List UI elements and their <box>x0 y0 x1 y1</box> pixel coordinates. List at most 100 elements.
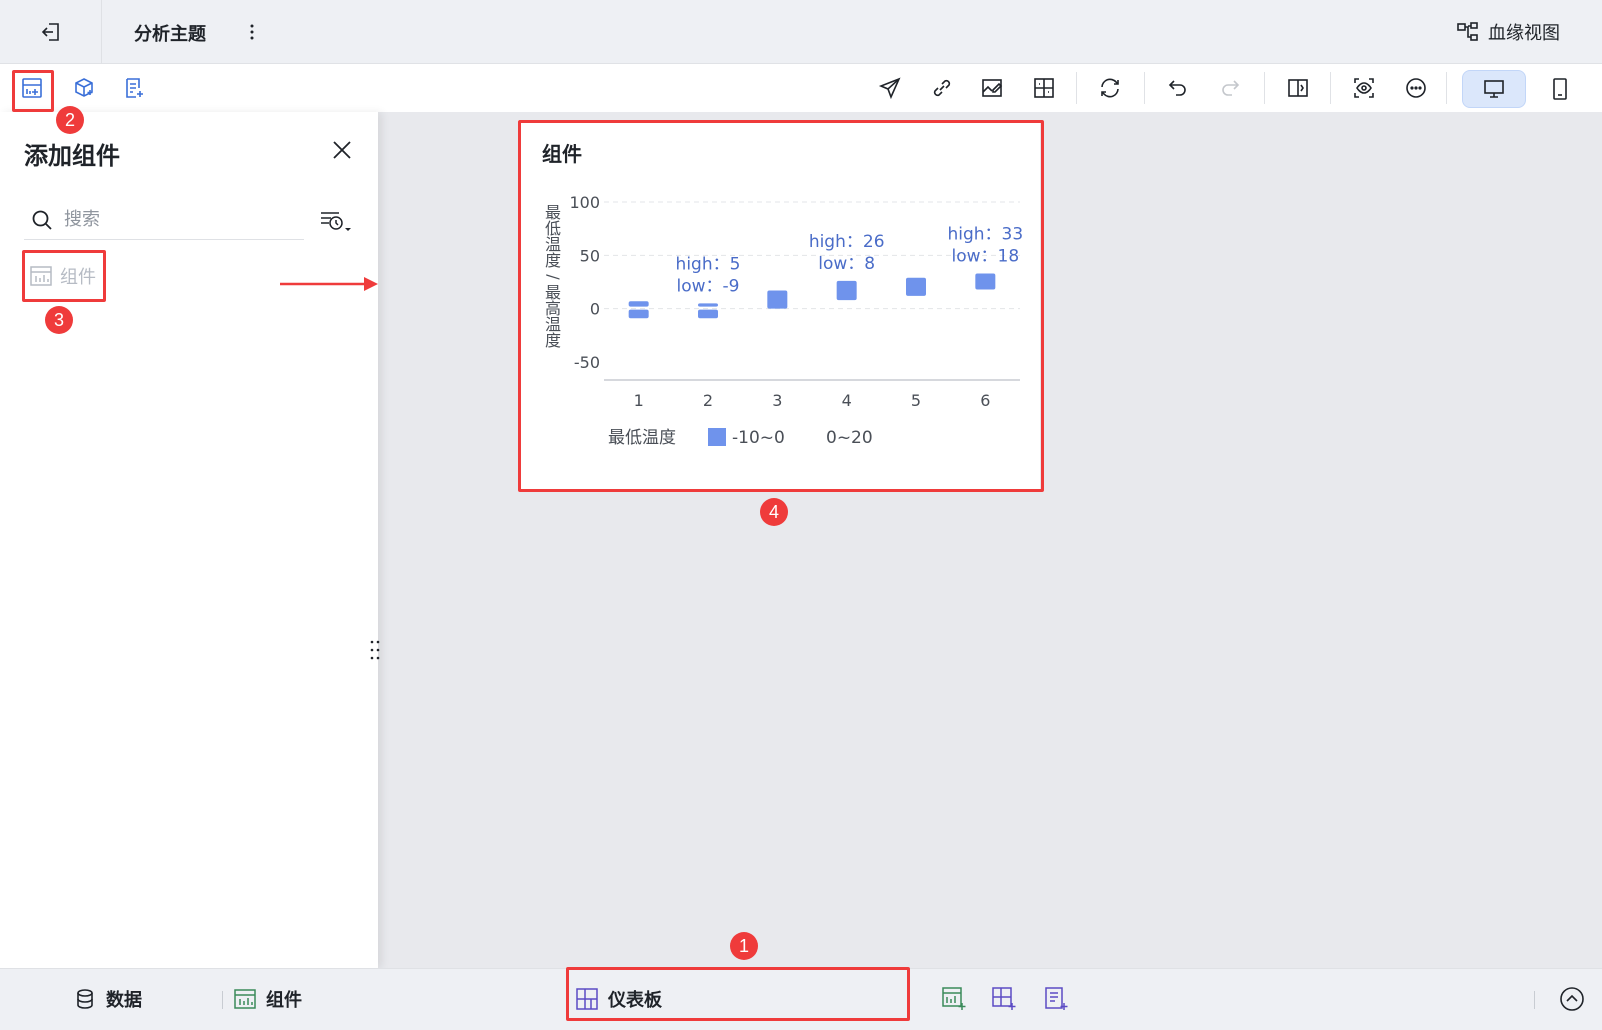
subject-more-button[interactable] <box>244 20 260 44</box>
legend-item-label: -10~0 <box>732 428 785 448</box>
toolbar-divider <box>1446 72 1447 104</box>
y-tick-label: 0 <box>590 300 600 319</box>
send-icon <box>878 76 902 100</box>
collapse-button[interactable] <box>1556 983 1588 1015</box>
range-bar-chart: 100500-50最低温度/最高温度1 2 3 4 5 6high：5low：-9high… <box>544 193 1023 448</box>
refresh-button[interactable] <box>1096 74 1124 102</box>
search-input[interactable] <box>64 209 284 230</box>
y-tick-label: 100 <box>569 193 600 212</box>
chart-component-icon <box>30 266 52 286</box>
new-component-button[interactable] <box>938 983 970 1015</box>
eye-icon <box>1352 76 1376 100</box>
tab-dashboard[interactable]: 仪表板 <box>576 983 662 1015</box>
exit-icon <box>39 20 63 44</box>
range-bar <box>975 273 996 290</box>
lineage-view-label: 血缘视图 <box>1488 23 1560 44</box>
bottom-bar: 数据 组件 仪表板 <box>0 968 1602 1030</box>
close-panel-button[interactable] <box>330 138 354 162</box>
x-tick-label: 4 <box>842 391 852 410</box>
data-label-high: high：5 <box>676 254 741 274</box>
data-label-low: low：-9 <box>677 276 740 296</box>
range-bar-segment <box>698 303 718 307</box>
style-button[interactable] <box>978 74 1006 102</box>
dashboard-icon <box>576 988 598 1010</box>
search-box <box>24 200 304 240</box>
panel-title: 添加组件 <box>24 142 120 170</box>
range-bar <box>906 277 926 296</box>
y-tick-label: 50 <box>580 246 600 265</box>
redo-icon <box>1218 76 1242 100</box>
add-report-button[interactable] <box>120 74 148 102</box>
sort-clock-icon <box>319 208 353 236</box>
sort-filter-button[interactable] <box>316 206 356 238</box>
close-icon <box>331 139 353 161</box>
data-label-low: low：8 <box>818 254 875 274</box>
panel-resize-handle[interactable] <box>368 638 382 662</box>
legend-title: 最低温度 <box>608 428 676 448</box>
desktop-icon <box>1482 77 1506 101</box>
toolbar-divider <box>1330 72 1331 104</box>
tab-dashboard-label: 仪表板 <box>608 990 662 1011</box>
toolbar-divider <box>1144 72 1145 104</box>
x-tick-label: 5 <box>911 391 921 410</box>
mobile-icon <box>1550 77 1570 101</box>
range-bar-segment <box>628 309 649 319</box>
x-tick-label: 2 <box>703 391 713 410</box>
y-axis-label-char: / <box>544 274 563 280</box>
chevron-up-icon <box>1559 986 1585 1012</box>
toolbar-divider <box>1264 72 1265 104</box>
more-button[interactable] <box>1402 74 1430 102</box>
data-label-high: high：33 <box>947 224 1023 244</box>
desktop-mode-button[interactable] <box>1462 70 1526 108</box>
range-bar <box>767 290 788 309</box>
data-label-high: high：26 <box>809 232 885 252</box>
tab-data[interactable]: 数据 <box>74 983 142 1015</box>
mobile-mode-button[interactable] <box>1540 70 1580 108</box>
range-bar-segment <box>628 301 649 307</box>
data-label-low: low：18 <box>951 246 1019 266</box>
add-dataset-button[interactable] <box>70 74 98 102</box>
undo-button[interactable] <box>1164 74 1192 102</box>
preview-button[interactable] <box>1350 74 1378 102</box>
layout-button[interactable] <box>1030 74 1058 102</box>
annotation-badge: 3 <box>45 306 73 334</box>
annotation-badge: 2 <box>56 106 84 134</box>
x-tick-label: 1 <box>634 391 644 410</box>
chart-widget[interactable]: 组件 100 50 0 -50 最低温度 / 最高温度 1 2 3 4 5 6 high：5 low：-9 h… <box>518 120 1040 490</box>
report-add-icon <box>1043 986 1069 1012</box>
link-icon <box>930 76 954 100</box>
more-horizontal-icon <box>1404 76 1428 100</box>
tab-component-label: 组件 <box>266 990 302 1011</box>
split-view-button[interactable] <box>1284 74 1312 102</box>
component-list-item[interactable]: 组件 <box>24 251 106 301</box>
y-axis-label-char: 度 <box>545 251 561 270</box>
tab-component[interactable]: 组件 <box>234 983 302 1015</box>
search-icon <box>30 208 54 232</box>
lineage-icon <box>1456 20 1480 44</box>
tab-divider <box>1534 991 1535 1009</box>
split-view-icon <box>1286 76 1310 100</box>
exit-button[interactable] <box>0 0 102 64</box>
link-button[interactable] <box>928 74 956 102</box>
cube-add-icon <box>72 76 96 100</box>
add-component-button[interactable] <box>18 74 46 102</box>
annotation-badge: 1 <box>730 932 758 960</box>
chart-component-icon <box>234 989 256 1009</box>
toolbar <box>0 64 1602 112</box>
legend-swatch <box>708 428 726 446</box>
y-tick-label: -50 <box>574 353 600 372</box>
lineage-view-button[interactable]: 血缘视图 <box>1456 18 1560 46</box>
refresh-icon <box>1098 76 1122 100</box>
database-icon <box>74 988 96 1010</box>
new-dashboard-button[interactable] <box>988 983 1020 1015</box>
annotation-badge: 4 <box>760 498 788 526</box>
redo-button[interactable] <box>1216 74 1244 102</box>
new-report-button[interactable] <box>1040 983 1072 1015</box>
dashboard-add-icon <box>991 986 1017 1012</box>
x-tick-label: 3 <box>772 391 782 410</box>
report-add-icon <box>122 76 146 100</box>
x-tick-label: 6 <box>980 391 990 410</box>
range-bar <box>836 280 857 301</box>
publish-button[interactable] <box>876 74 904 102</box>
drag-arrow <box>280 277 378 291</box>
